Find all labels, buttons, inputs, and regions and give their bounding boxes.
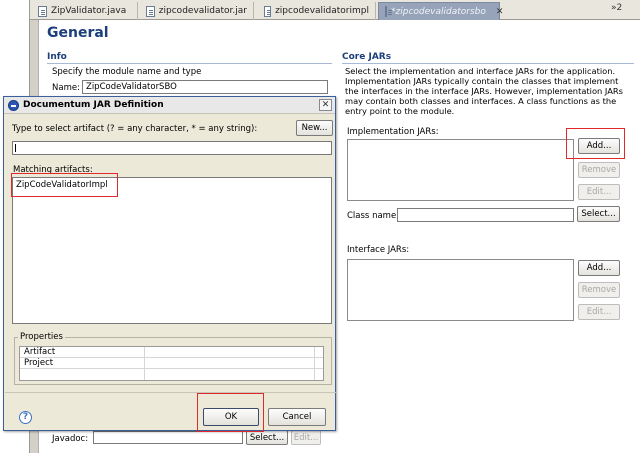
tab-zipcodevalidatorimpl[interactable]: zipcodevalidatorimpl <box>258 2 376 20</box>
property-value <box>145 369 315 380</box>
property-value <box>145 358 315 369</box>
tab-zipvalidator-java[interactable]: ZipValidator.java <box>32 2 138 20</box>
tab-overflow-button[interactable]: »2 <box>611 3 622 13</box>
new-artifact-button[interactable]: New... <box>296 120 333 136</box>
java-file-icon <box>38 5 47 17</box>
tab-zipcodevalidatorsbo[interactable]: *zipcodevalidatorsbo ✕ <box>378 2 503 20</box>
javadoc-label: Javadoc: <box>52 434 89 444</box>
info-description: Specify the module name and type <box>52 67 202 77</box>
properties-label: Properties <box>18 332 65 342</box>
remove-interface-jar-button[interactable]: Remove <box>578 282 620 298</box>
core-jars-heading: Core JARs <box>342 52 634 64</box>
table-row <box>20 369 323 380</box>
property-value <box>145 347 315 358</box>
name-label: Name: <box>52 83 80 93</box>
javadoc-select-button[interactable]: Select... <box>246 430 288 445</box>
property-name: Artifact <box>20 347 145 358</box>
table-row[interactable]: Project <box>20 358 323 369</box>
artifact-filter-label: Type to select artifact (? = any charact… <box>12 124 258 134</box>
interface-jars-label: Interface JARs: <box>347 245 410 255</box>
add-interface-jar-button[interactable]: Add... <box>578 260 620 276</box>
jar-file-icon <box>146 5 155 17</box>
close-icon[interactable]: ✕ <box>319 99 332 111</box>
jar-file-icon <box>264 5 272 17</box>
dialog-title: Documentum JAR Definition <box>23 100 164 110</box>
page-title: General <box>47 25 109 41</box>
module-file-icon <box>385 6 392 17</box>
javadoc-input[interactable] <box>93 431 243 444</box>
edit-interface-jar-button[interactable]: Edit... <box>578 304 620 320</box>
property-name <box>20 369 145 380</box>
help-icon[interactable]: ? <box>19 411 32 424</box>
ok-button[interactable]: OK <box>203 408 259 426</box>
property-name: Project <box>20 358 145 369</box>
name-input[interactable]: ZipCodeValidatorSBO <box>82 80 328 94</box>
core-jars-description: Select the implementation and interface … <box>345 66 623 116</box>
class-name-input[interactable] <box>397 208 574 222</box>
cancel-button[interactable]: Cancel <box>268 408 326 426</box>
select-class-button[interactable]: Select... <box>577 206 620 222</box>
text-caret <box>15 144 16 152</box>
matching-artifacts-label: Matching artifacts: <box>13 165 93 175</box>
properties-table: Artifact Project <box>19 346 324 381</box>
add-implementation-jar-button[interactable]: Add... <box>578 138 620 154</box>
editor-tab-bar: ZipValidator.java zipcodevalidator.jar z… <box>30 0 640 20</box>
interface-jars-list[interactable] <box>347 259 574 321</box>
implementation-jars-list[interactable] <box>347 139 574 201</box>
dialog-separator <box>5 392 336 393</box>
remove-implementation-jar-button[interactable]: Remove <box>578 162 620 178</box>
class-name-label: Class name: <box>347 211 400 221</box>
edit-implementation-jar-button[interactable]: Edit... <box>578 184 620 200</box>
artifact-filter-input[interactable] <box>12 141 332 155</box>
jar-definition-dialog: Documentum JAR Definition ✕ Type to sele… <box>3 96 336 431</box>
implementation-jars-label: Implementation JARs: <box>347 127 439 137</box>
table-row[interactable]: Artifact <box>20 347 323 358</box>
dialog-titlebar[interactable]: Documentum JAR Definition <box>4 97 335 114</box>
tab-zipcodevalidator-jar[interactable]: zipcodevalidator.jar <box>140 2 254 20</box>
matching-artifacts-list[interactable] <box>12 177 332 324</box>
close-tab-icon[interactable]: ✕ <box>496 7 504 17</box>
javadoc-edit-button[interactable]: Edit... <box>291 430 321 445</box>
documentum-icon <box>8 99 19 111</box>
info-section-heading: Info <box>47 52 332 64</box>
list-item[interactable]: ZipCodeValidatorImpl <box>16 180 108 190</box>
